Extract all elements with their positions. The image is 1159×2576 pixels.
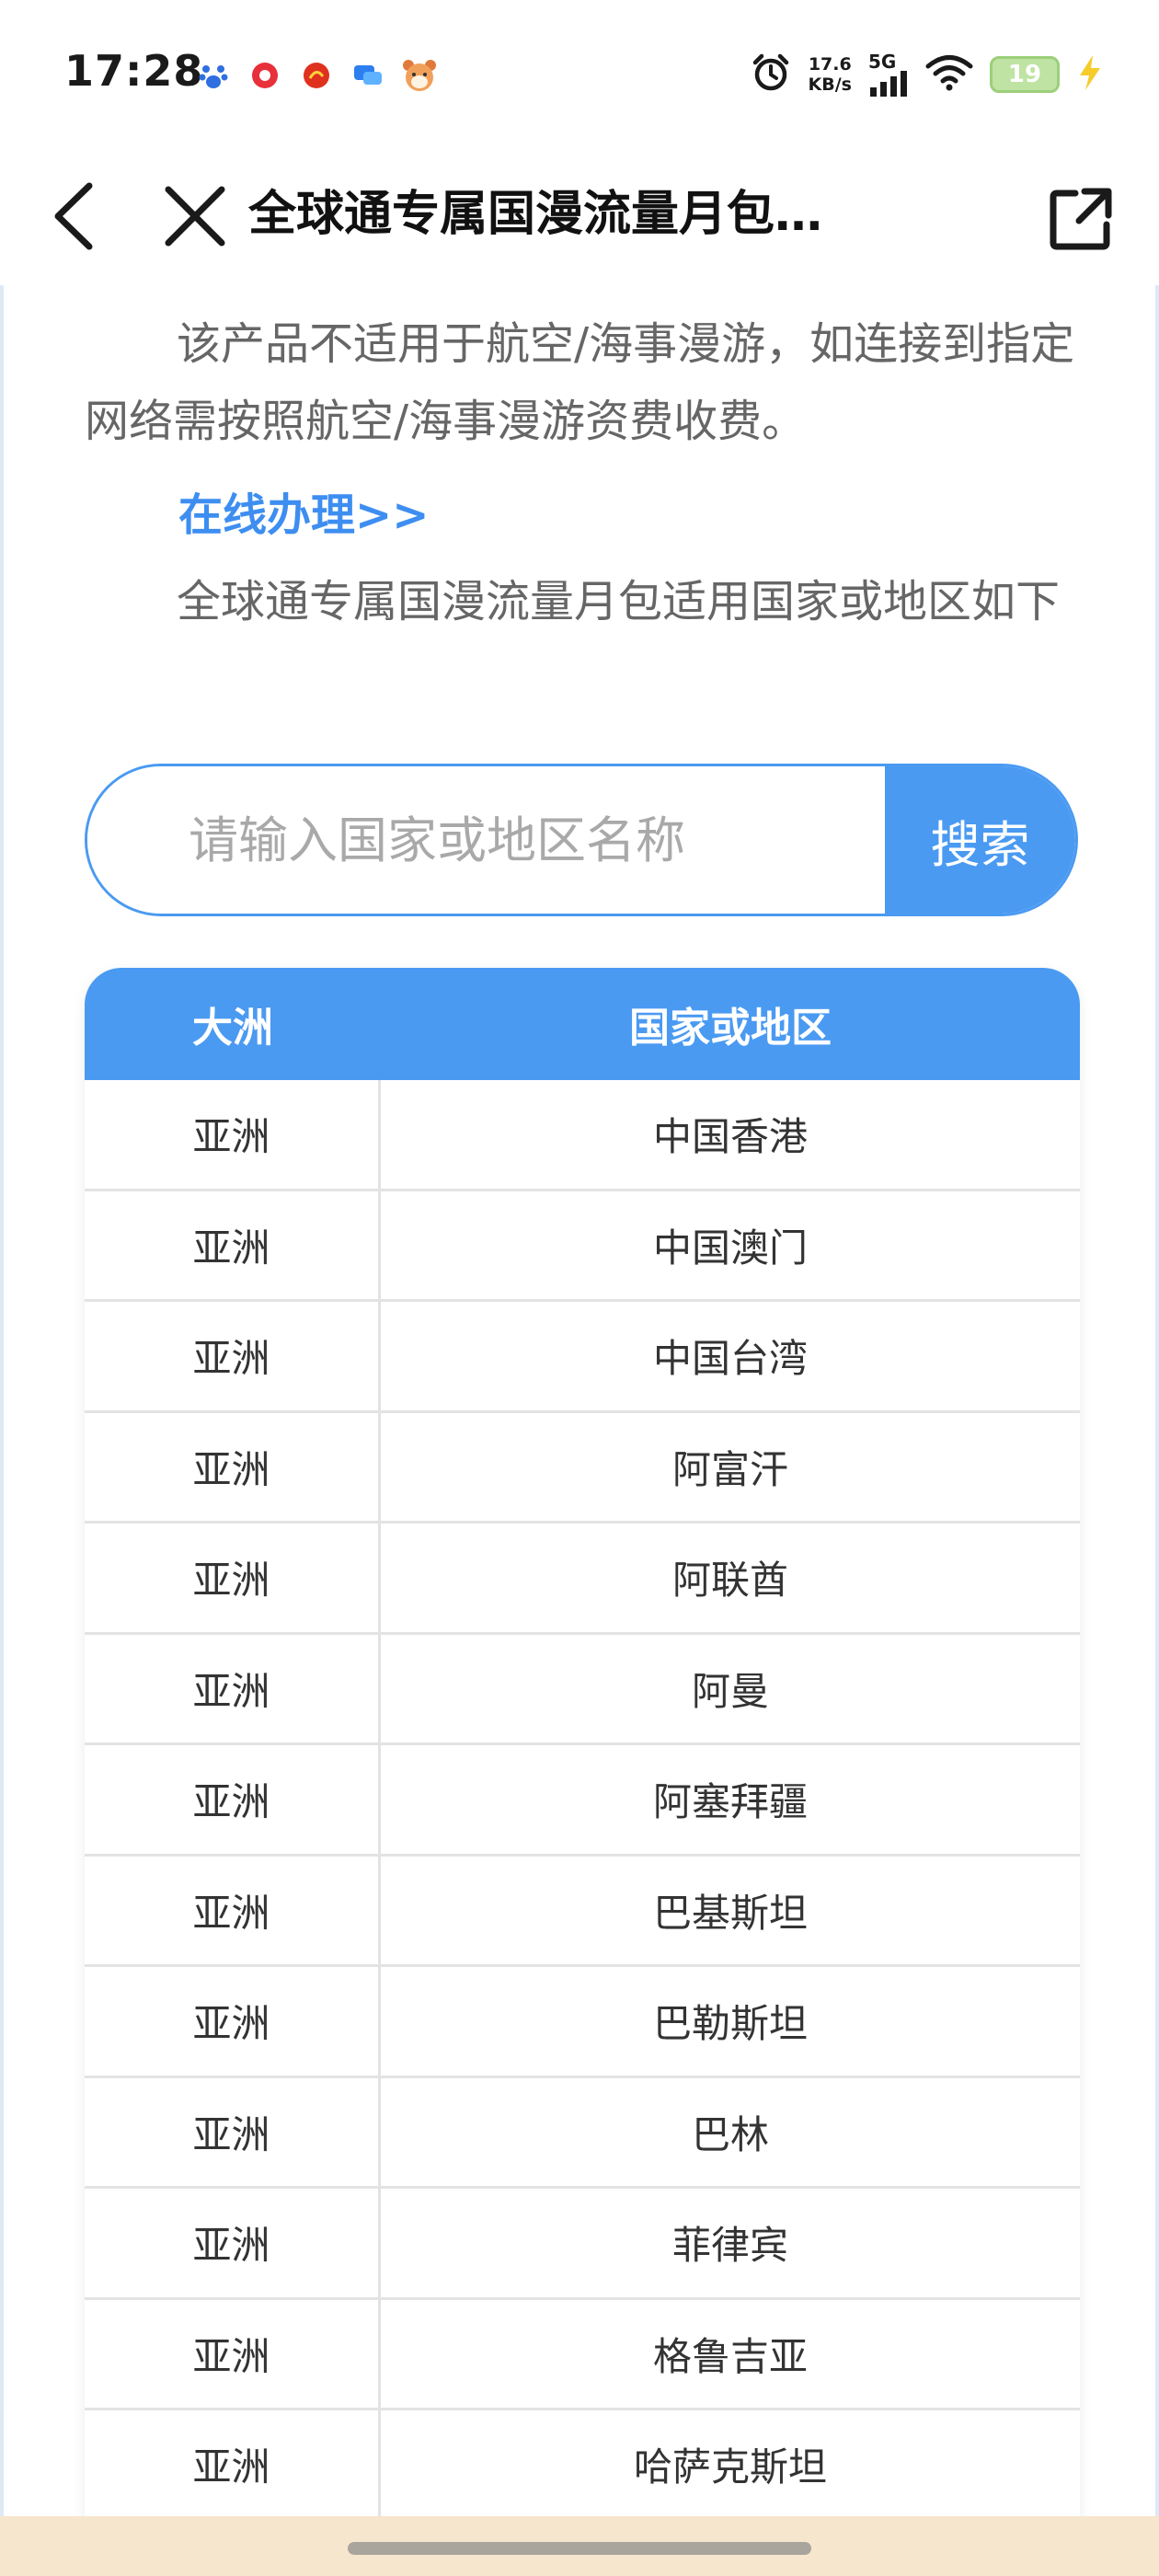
cell-country: 格鲁吉亚 (652, 2333, 808, 2379)
cell-continent: 亚洲 (85, 1190, 381, 1299)
table-row: 亚洲 阿塞拜疆 (85, 1745, 1080, 1857)
network-speed-value: 17.6 (808, 54, 852, 75)
table-row: 亚洲 中国澳门 (85, 1190, 1080, 1302)
wifi-icon (925, 54, 973, 95)
page-title: 全球通专属国漫流量月包… (248, 187, 823, 242)
share-button[interactable] (1039, 178, 1122, 260)
cell-country: 中国台湾 (652, 1336, 808, 1382)
notification-icons (195, 57, 438, 94)
table-row: 亚洲 菲律宾 (85, 2189, 1080, 2300)
table-row: 亚洲 中国香港 (85, 1080, 1080, 1191)
status-time: 17:28 (64, 46, 204, 96)
cell-country: 中国澳门 (652, 1225, 808, 1271)
cell-continent: 亚洲 (85, 2299, 381, 2408)
red-play-icon (247, 57, 283, 94)
back-button[interactable] (37, 179, 110, 253)
cell-country: 哈萨克斯坦 (633, 2444, 827, 2490)
coverage-intro-paragraph: 全球通专属国漫流量月包适用国家或地区如下 (177, 576, 1061, 627)
status-bar: 17:28 17.6 KB/s 5G 19 (0, 0, 1159, 152)
notice-paragraph: 该产品不适用于航空/海事漫游，如连接到指定网络需按照航空/海事漫游资费收费。 (85, 318, 1075, 447)
cell-continent: 亚洲 (85, 2077, 381, 2186)
system-icons: 17.6 KB/s 5G 19 (750, 52, 1104, 98)
signal-icon: 5G (868, 52, 909, 97)
bear-app-icon (401, 57, 438, 94)
search-button[interactable]: 搜索 (885, 766, 1075, 914)
online-apply-link[interactable]: 在线办理>> (178, 477, 429, 554)
table-header: 大洲 国家或地区 (85, 968, 1080, 1080)
cell-country: 阿塞拜疆 (652, 1779, 808, 1825)
close-icon (165, 186, 225, 247)
search-bar: 搜索 (85, 764, 1078, 916)
cell-continent: 亚洲 (85, 1856, 381, 1964)
table-row: 亚洲 巴勒斯坦 (85, 1967, 1080, 2078)
country-table: 大洲 国家或地区 亚洲 中国香港 亚洲 中国澳门 亚洲 中国台湾 亚洲 阿富汗 亚洲 阿联… (85, 968, 1080, 2516)
table-row: 亚洲 哈萨克斯坦 (85, 2410, 1080, 2516)
baidu-paw-icon (195, 57, 232, 94)
table-row: 亚洲 格鲁吉亚 (85, 2299, 1080, 2410)
cell-country: 巴林 (691, 2111, 769, 2157)
cell-country: 中国香港 (652, 1114, 808, 1160)
cell-continent: 亚洲 (85, 2189, 381, 2297)
battery-level: 19 (1007, 61, 1042, 88)
cell-continent: 亚洲 (85, 1967, 381, 2076)
cell-continent: 亚洲 (85, 1634, 381, 1742)
network-speed-unit: KB/s (808, 75, 852, 95)
cell-country: 巴基斯坦 (652, 1890, 808, 1936)
page-content: 该产品不适用于航空/海事漫游，如连接到指定网络需按照航空/海事漫游资费收费。 在… (0, 285, 1159, 2516)
cell-country: 阿富汗 (671, 1446, 788, 1492)
signal-label: 5G (868, 51, 897, 73)
close-button[interactable] (158, 179, 232, 253)
header-country: 国家或地区 (629, 1005, 832, 1052)
cell-continent: 亚洲 (85, 1412, 381, 1521)
cell-country: 菲律宾 (671, 2223, 788, 2269)
cell-continent: 亚洲 (85, 1302, 381, 1410)
alarm-icon (750, 52, 792, 98)
cell-country: 阿联酋 (671, 1558, 788, 1604)
charging-icon (1076, 53, 1104, 96)
search-input[interactable] (87, 766, 885, 914)
network-speed: 17.6 KB/s (809, 54, 852, 95)
nav-bar: 全球通专属国漫流量月包… (0, 152, 1159, 285)
battery-indicator: 19 (990, 56, 1060, 93)
cell-continent: 亚洲 (85, 1080, 381, 1189)
red-circle-app-icon (298, 57, 335, 94)
cell-continent: 亚洲 (85, 1745, 381, 1854)
table-row: 亚洲 阿富汗 (85, 1412, 1080, 1524)
header-continent: 大洲 (192, 1005, 273, 1052)
blue-chat-icon (350, 57, 386, 94)
chevron-left-icon (54, 182, 93, 250)
cell-continent: 亚洲 (85, 2410, 381, 2516)
table-row: 亚洲 阿曼 (85, 1634, 1080, 1745)
cell-continent: 亚洲 (85, 1524, 381, 1632)
share-external-icon (1050, 188, 1112, 250)
table-row: 亚洲 阿联酋 (85, 1524, 1080, 1635)
cell-country: 巴勒斯坦 (652, 2001, 808, 2047)
table-row: 亚洲 巴林 (85, 2077, 1080, 2189)
table-row: 亚洲 中国台湾 (85, 1302, 1080, 1413)
cell-country: 阿曼 (691, 1668, 769, 1714)
gesture-bar (0, 2516, 1159, 2576)
table-row: 亚洲 巴基斯坦 (85, 1856, 1080, 1967)
home-gesture-handle[interactable] (348, 2542, 811, 2555)
